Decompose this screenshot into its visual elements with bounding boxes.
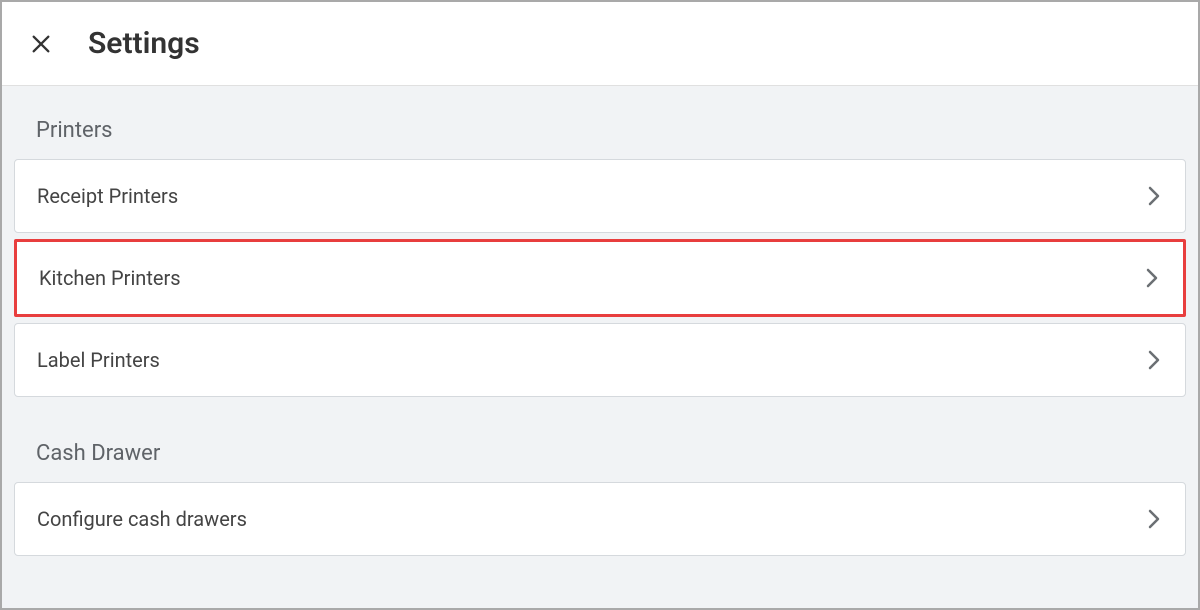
- settings-content: Printers Receipt Printers Kitchen Printe…: [2, 86, 1198, 574]
- chevron-right-icon: [1145, 510, 1163, 528]
- list-item-label-printers[interactable]: Label Printers: [14, 323, 1186, 397]
- list-item-label: Label Printers: [37, 348, 160, 372]
- list-item-label: Receipt Printers: [37, 184, 178, 208]
- list-item-label: Kitchen Printers: [39, 266, 181, 290]
- section-title-printers: Printers: [14, 106, 1186, 159]
- chevron-right-icon: [1143, 269, 1161, 287]
- list-item-kitchen-printers[interactable]: Kitchen Printers: [14, 239, 1186, 317]
- settings-header: Settings: [2, 2, 1198, 86]
- chevron-right-icon: [1145, 187, 1163, 205]
- page-title: Settings: [88, 26, 200, 61]
- close-icon[interactable]: [30, 33, 52, 55]
- list-item-label: Configure cash drawers: [37, 507, 247, 531]
- section-title-cash-drawer: Cash Drawer: [14, 429, 1186, 482]
- list-item-receipt-printers[interactable]: Receipt Printers: [14, 159, 1186, 233]
- list-item-configure-cash-drawers[interactable]: Configure cash drawers: [14, 482, 1186, 556]
- chevron-right-icon: [1145, 351, 1163, 369]
